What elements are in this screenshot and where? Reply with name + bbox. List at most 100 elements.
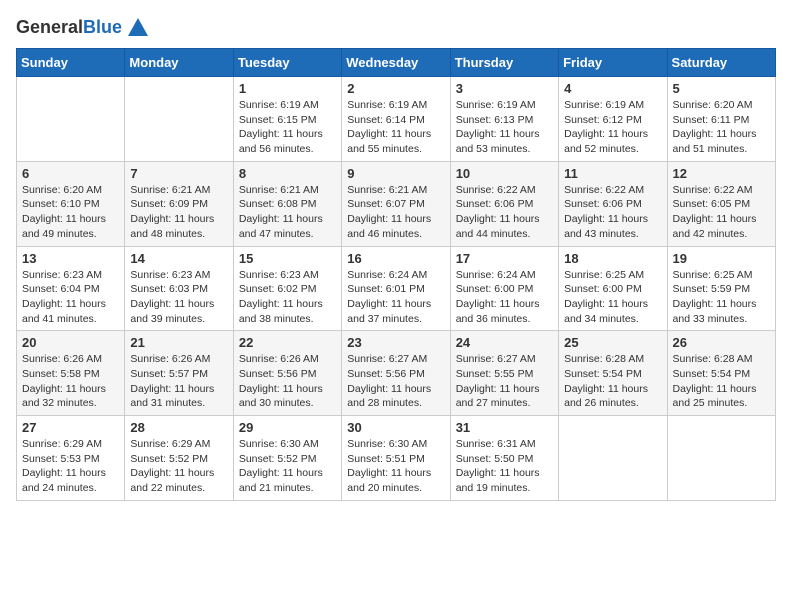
weekday-header: Tuesday — [233, 49, 341, 77]
calendar-cell — [125, 77, 233, 162]
day-info: Sunrise: 6:21 AMSunset: 6:09 PMDaylight:… — [130, 183, 227, 242]
day-number: 20 — [22, 335, 119, 350]
calendar-cell: 17Sunrise: 6:24 AMSunset: 6:00 PMDayligh… — [450, 246, 558, 331]
day-info: Sunrise: 6:22 AMSunset: 6:06 PMDaylight:… — [456, 183, 553, 242]
calendar-table: SundayMondayTuesdayWednesdayThursdayFrid… — [16, 48, 776, 501]
calendar-cell: 23 Sunrise: 6:27 AMSunset: 5:56 PMDayligh… — [342, 331, 450, 416]
day-number: 30 — [347, 420, 444, 435]
calendar-cell: 7 Sunrise: 6:21 AMSunset: 6:09 PMDaylight… — [125, 161, 233, 246]
calendar-cell: 12Sunrise: 6:22 AMSunset: 6:05 PMDayligh… — [667, 161, 775, 246]
day-number: 31 — [456, 420, 553, 435]
day-info: Sunrise: 6:29 AMSunset: 5:52 PMDaylight:… — [130, 437, 227, 496]
calendar-cell: 18 Sunrise: 6:25 AMSunset: 6:00 PMDayligh… — [559, 246, 667, 331]
calendar-cell: 9 Sunrise: 6:21 AMSunset: 6:07 PMDaylight… — [342, 161, 450, 246]
day-info: Sunrise: 6:27 AMSunset: 5:55 PMDaylight:… — [456, 352, 553, 411]
calendar-cell: 3 Sunrise: 6:19 AMSunset: 6:13 PMDaylight… — [450, 77, 558, 162]
calendar-cell: 24 Sunrise: 6:27 AMSunset: 5:55 PMDayligh… — [450, 331, 558, 416]
calendar-cell: 5 Sunrise: 6:20 AMSunset: 6:11 PMDaylight… — [667, 77, 775, 162]
day-info: Sunrise: 6:21 AMSunset: 6:07 PMDaylight:… — [347, 183, 444, 242]
calendar-cell: 10 Sunrise: 6:22 AMSunset: 6:06 PMDayligh… — [450, 161, 558, 246]
day-info: Sunrise: 6:19 AMSunset: 6:15 PMDaylight:… — [239, 98, 336, 157]
calendar-cell — [559, 416, 667, 501]
day-info: Sunrise: 6:20 AMSunset: 6:10 PMDaylight:… — [22, 183, 119, 242]
calendar-cell: 13Sunrise: 6:23 AMSunset: 6:04 PMDayligh… — [17, 246, 125, 331]
weekday-header: Wednesday — [342, 49, 450, 77]
day-number: 13 — [22, 251, 119, 266]
day-info: Sunrise: 6:26 AMSunset: 5:58 PMDaylight:… — [22, 352, 119, 411]
day-number: 10 — [456, 166, 553, 181]
day-number: 15 — [239, 251, 336, 266]
calendar-cell: 15Sunrise: 6:23 AMSunset: 6:02 PMDayligh… — [233, 246, 341, 331]
calendar-cell: 26Sunrise: 6:28 AMSunset: 5:54 PMDayligh… — [667, 331, 775, 416]
weekday-header: Saturday — [667, 49, 775, 77]
day-number: 11 — [564, 166, 661, 181]
day-number: 4 — [564, 81, 661, 96]
day-info: Sunrise: 6:22 AMSunset: 6:06 PMDaylight:… — [564, 183, 661, 242]
day-info: Sunrise: 6:19 AMSunset: 6:13 PMDaylight:… — [456, 98, 553, 157]
calendar-week-row: 27 Sunrise: 6:29 AMSunset: 5:53 PMDayligh… — [17, 416, 776, 501]
calendar-header-row: SundayMondayTuesdayWednesdayThursdayFrid… — [17, 49, 776, 77]
calendar-cell: 28 Sunrise: 6:29 AMSunset: 5:52 PMDayligh… — [125, 416, 233, 501]
weekday-header: Monday — [125, 49, 233, 77]
calendar-cell: 6Sunrise: 6:20 AMSunset: 6:10 PMDaylight… — [17, 161, 125, 246]
day-info: Sunrise: 6:20 AMSunset: 6:11 PMDaylight:… — [673, 98, 770, 157]
calendar-week-row: 13Sunrise: 6:23 AMSunset: 6:04 PMDayligh… — [17, 246, 776, 331]
day-number: 25 — [564, 335, 661, 350]
calendar-cell: 1 Sunrise: 6:19 AMSunset: 6:15 PMDaylight… — [233, 77, 341, 162]
calendar-cell: 14 Sunrise: 6:23 AMSunset: 6:03 PMDayligh… — [125, 246, 233, 331]
day-info: Sunrise: 6:25 AMSunset: 5:59 PMDaylight:… — [673, 268, 770, 327]
day-info: Sunrise: 6:27 AMSunset: 5:56 PMDaylight:… — [347, 352, 444, 411]
weekday-header: Thursday — [450, 49, 558, 77]
calendar-cell: 11 Sunrise: 6:22 AMSunset: 6:06 PMDayligh… — [559, 161, 667, 246]
day-number: 12 — [673, 166, 770, 181]
day-number: 7 — [130, 166, 227, 181]
day-info: Sunrise: 6:30 AMSunset: 5:51 PMDaylight:… — [347, 437, 444, 496]
day-number: 21 — [130, 335, 227, 350]
calendar-cell: 16 Sunrise: 6:24 AMSunset: 6:01 PMDayligh… — [342, 246, 450, 331]
day-number: 2 — [347, 81, 444, 96]
day-number: 27 — [22, 420, 119, 435]
day-number: 5 — [673, 81, 770, 96]
logo-text: GeneralBlue — [16, 18, 122, 38]
calendar-cell — [17, 77, 125, 162]
day-info: Sunrise: 6:28 AMSunset: 5:54 PMDaylight:… — [564, 352, 661, 411]
day-info: Sunrise: 6:31 AMSunset: 5:50 PMDaylight:… — [456, 437, 553, 496]
day-number: 28 — [130, 420, 227, 435]
day-number: 8 — [239, 166, 336, 181]
day-info: Sunrise: 6:21 AMSunset: 6:08 PMDaylight:… — [239, 183, 336, 242]
day-info: Sunrise: 6:24 AMSunset: 6:00 PMDaylight:… — [456, 268, 553, 327]
calendar-cell: 22Sunrise: 6:26 AMSunset: 5:56 PMDayligh… — [233, 331, 341, 416]
calendar-cell: 21 Sunrise: 6:26 AMSunset: 5:57 PMDayligh… — [125, 331, 233, 416]
day-number: 14 — [130, 251, 227, 266]
weekday-header: Friday — [559, 49, 667, 77]
calendar-cell: 8 Sunrise: 6:21 AMSunset: 6:08 PMDaylight… — [233, 161, 341, 246]
day-number: 16 — [347, 251, 444, 266]
day-number: 29 — [239, 420, 336, 435]
calendar-cell: 2Sunrise: 6:19 AMSunset: 6:14 PMDaylight… — [342, 77, 450, 162]
calendar-week-row: 6Sunrise: 6:20 AMSunset: 6:10 PMDaylight… — [17, 161, 776, 246]
calendar-cell: 30 Sunrise: 6:30 AMSunset: 5:51 PMDayligh… — [342, 416, 450, 501]
day-info: Sunrise: 6:25 AMSunset: 6:00 PMDaylight:… — [564, 268, 661, 327]
day-number: 1 — [239, 81, 336, 96]
day-number: 18 — [564, 251, 661, 266]
day-number: 24 — [456, 335, 553, 350]
day-info: Sunrise: 6:24 AMSunset: 6:01 PMDaylight:… — [347, 268, 444, 327]
day-info: Sunrise: 6:29 AMSunset: 5:53 PMDaylight:… — [22, 437, 119, 496]
day-number: 26 — [673, 335, 770, 350]
day-info: Sunrise: 6:30 AMSunset: 5:52 PMDaylight:… — [239, 437, 336, 496]
day-info: Sunrise: 6:23 AMSunset: 6:03 PMDaylight:… — [130, 268, 227, 327]
logo-icon — [126, 16, 150, 40]
logo-general: GeneralBlue — [16, 18, 122, 38]
day-info: Sunrise: 6:26 AMSunset: 5:56 PMDaylight:… — [239, 352, 336, 411]
calendar-cell: 19 Sunrise: 6:25 AMSunset: 5:59 PMDayligh… — [667, 246, 775, 331]
day-number: 23 — [347, 335, 444, 350]
day-number: 3 — [456, 81, 553, 96]
day-number: 9 — [347, 166, 444, 181]
calendar-cell: 29 Sunrise: 6:30 AMSunset: 5:52 PMDayligh… — [233, 416, 341, 501]
calendar-cell: 25 Sunrise: 6:28 AMSunset: 5:54 PMDayligh… — [559, 331, 667, 416]
weekday-header: Sunday — [17, 49, 125, 77]
calendar-cell — [667, 416, 775, 501]
calendar-cell: 20 Sunrise: 6:26 AMSunset: 5:58 PMDayligh… — [17, 331, 125, 416]
day-info: Sunrise: 6:26 AMSunset: 5:57 PMDaylight:… — [130, 352, 227, 411]
day-number: 19 — [673, 251, 770, 266]
